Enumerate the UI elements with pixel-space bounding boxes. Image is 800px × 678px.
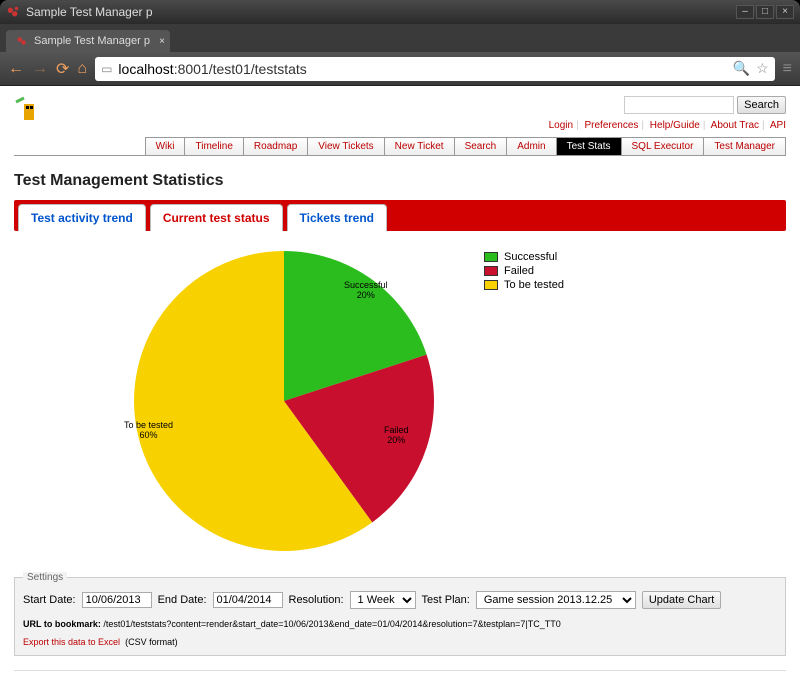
metanav-api[interactable]: API bbox=[770, 120, 786, 131]
browser-tab[interactable]: Sample Test Manager p × bbox=[6, 30, 170, 52]
metanav-preferences[interactable]: Preferences bbox=[584, 120, 638, 131]
forward-icon[interactable]: → bbox=[32, 60, 48, 78]
back-icon[interactable]: ← bbox=[8, 60, 24, 78]
bookmark-label: URL to bookmark: bbox=[23, 619, 101, 629]
start-date-input[interactable] bbox=[82, 592, 152, 608]
browser-window: Sample Test Manager p – □ × Sample Test … bbox=[0, 0, 800, 678]
pie-chart: Successful20% Failed20% To be tested60% bbox=[124, 251, 444, 551]
stats-tabs: Test activity trendCurrent test statusTi… bbox=[14, 200, 786, 231]
label-tobetested: To be tested60% bbox=[124, 421, 173, 441]
settings-row: Start Date: End Date: Resolution: 1 Week… bbox=[23, 591, 777, 609]
url-toolbar: ← → ⟳ ⌂ ▭ localhost:8001/test01/teststat… bbox=[0, 52, 800, 86]
mainnav-item[interactable]: Roadmap bbox=[243, 137, 308, 155]
trac-icon bbox=[6, 5, 20, 19]
window-title: Sample Test Manager p bbox=[26, 5, 736, 19]
mainnav-item[interactable]: View Tickets bbox=[307, 137, 384, 155]
home-icon[interactable]: ⌂ bbox=[77, 60, 87, 78]
project-logo[interactable] bbox=[14, 96, 40, 126]
metanav-login[interactable]: Login bbox=[549, 120, 573, 131]
reload-icon[interactable]: ⟳ bbox=[56, 59, 69, 79]
main-nav: WikiTimelineRoadmapView TicketsNew Ticke… bbox=[14, 137, 786, 156]
stats-tab[interactable]: Tickets trend bbox=[287, 204, 387, 231]
maximize-button[interactable]: □ bbox=[756, 5, 774, 19]
titlebar: Sample Test Manager p – □ × bbox=[0, 0, 800, 24]
resolution-select[interactable]: 1 Week bbox=[350, 591, 416, 609]
minimize-button[interactable]: – bbox=[736, 5, 754, 19]
export-suffix: (CSV format) bbox=[125, 637, 178, 647]
mainnav-item[interactable]: Wiki bbox=[145, 137, 186, 155]
export-excel-link[interactable]: Export this data to Excel bbox=[23, 637, 120, 647]
label-successful: Successful20% bbox=[344, 281, 388, 301]
bookmark-star-icon[interactable]: ☆ bbox=[756, 60, 769, 77]
browser-tabbar: Sample Test Manager p × bbox=[0, 24, 800, 52]
chart-area: Successful20% Failed20% To be tested60% … bbox=[14, 231, 786, 571]
mainnav-item[interactable]: Test Manager bbox=[703, 137, 786, 155]
start-date-label: Start Date: bbox=[23, 594, 76, 606]
url-text: localhost:8001/test01/teststats bbox=[118, 61, 726, 77]
bookmark-url: /test01/teststats?content=render&start_d… bbox=[103, 619, 560, 629]
label-failed: Failed20% bbox=[384, 426, 409, 446]
menu-icon[interactable]: ≡ bbox=[783, 60, 792, 78]
settings-fieldset: Settings Start Date: End Date: Resolutio… bbox=[14, 577, 786, 656]
close-button[interactable]: × bbox=[776, 5, 794, 19]
mainnav-item[interactable]: Admin bbox=[506, 137, 556, 155]
legend-item: Successful bbox=[484, 251, 564, 263]
trac-icon bbox=[16, 35, 28, 47]
end-date-label: End Date: bbox=[158, 594, 207, 606]
testplan-label: Test Plan: bbox=[422, 594, 470, 606]
update-chart-button[interactable]: Update Chart bbox=[642, 591, 721, 609]
page-title: Test Management Statistics bbox=[14, 172, 786, 190]
testplan-select[interactable]: Game session 2013.12.25 bbox=[476, 591, 636, 609]
metanav-about[interactable]: About Trac bbox=[711, 120, 759, 131]
search-icon[interactable]: 🔍 bbox=[733, 60, 750, 77]
legend: Successful Failed To be tested bbox=[484, 251, 564, 551]
resolution-label: Resolution: bbox=[289, 594, 344, 606]
search-input[interactable] bbox=[624, 96, 734, 114]
metanav: Login| Preferences| Help/Guide| About Tr… bbox=[549, 120, 786, 131]
mainnav-item[interactable]: Timeline bbox=[184, 137, 243, 155]
page-identity-icon: ▭ bbox=[101, 62, 112, 76]
search-area: Search Login| Preferences| Help/Guide| A… bbox=[549, 96, 786, 131]
stats-tab[interactable]: Current test status bbox=[150, 204, 283, 231]
mainnav-item[interactable]: Search bbox=[454, 137, 508, 155]
legend-item: To be tested bbox=[484, 279, 564, 291]
mainnav-item[interactable]: Test Stats bbox=[556, 137, 622, 155]
export-row: Export this data to Excel (CSV format) bbox=[23, 637, 777, 647]
header-row: Search Login| Preferences| Help/Guide| A… bbox=[14, 96, 786, 131]
window-controls: – □ × bbox=[736, 5, 794, 19]
tab-close-icon[interactable]: × bbox=[159, 36, 165, 47]
mainnav-item[interactable]: SQL Executor bbox=[621, 137, 705, 155]
mainnav-item[interactable]: New Ticket bbox=[384, 137, 455, 155]
settings-legend: Settings bbox=[23, 572, 67, 583]
search-button[interactable]: Search bbox=[737, 96, 786, 114]
browser-tab-title: Sample Test Manager p bbox=[34, 35, 150, 47]
legend-item: Failed bbox=[484, 265, 564, 277]
bookmark-row: URL to bookmark: /test01/teststats?conte… bbox=[23, 619, 777, 629]
end-date-input[interactable] bbox=[213, 592, 283, 608]
page-content: Search Login| Preferences| Help/Guide| A… bbox=[0, 86, 800, 678]
footer: trac Powered by Trac 1.0.1 By Edgewall S… bbox=[14, 670, 786, 678]
metanav-help[interactable]: Help/Guide bbox=[650, 120, 700, 131]
url-input[interactable]: ▭ localhost:8001/test01/teststats 🔍 ☆ bbox=[95, 57, 775, 81]
stats-tab[interactable]: Test activity trend bbox=[18, 204, 146, 231]
